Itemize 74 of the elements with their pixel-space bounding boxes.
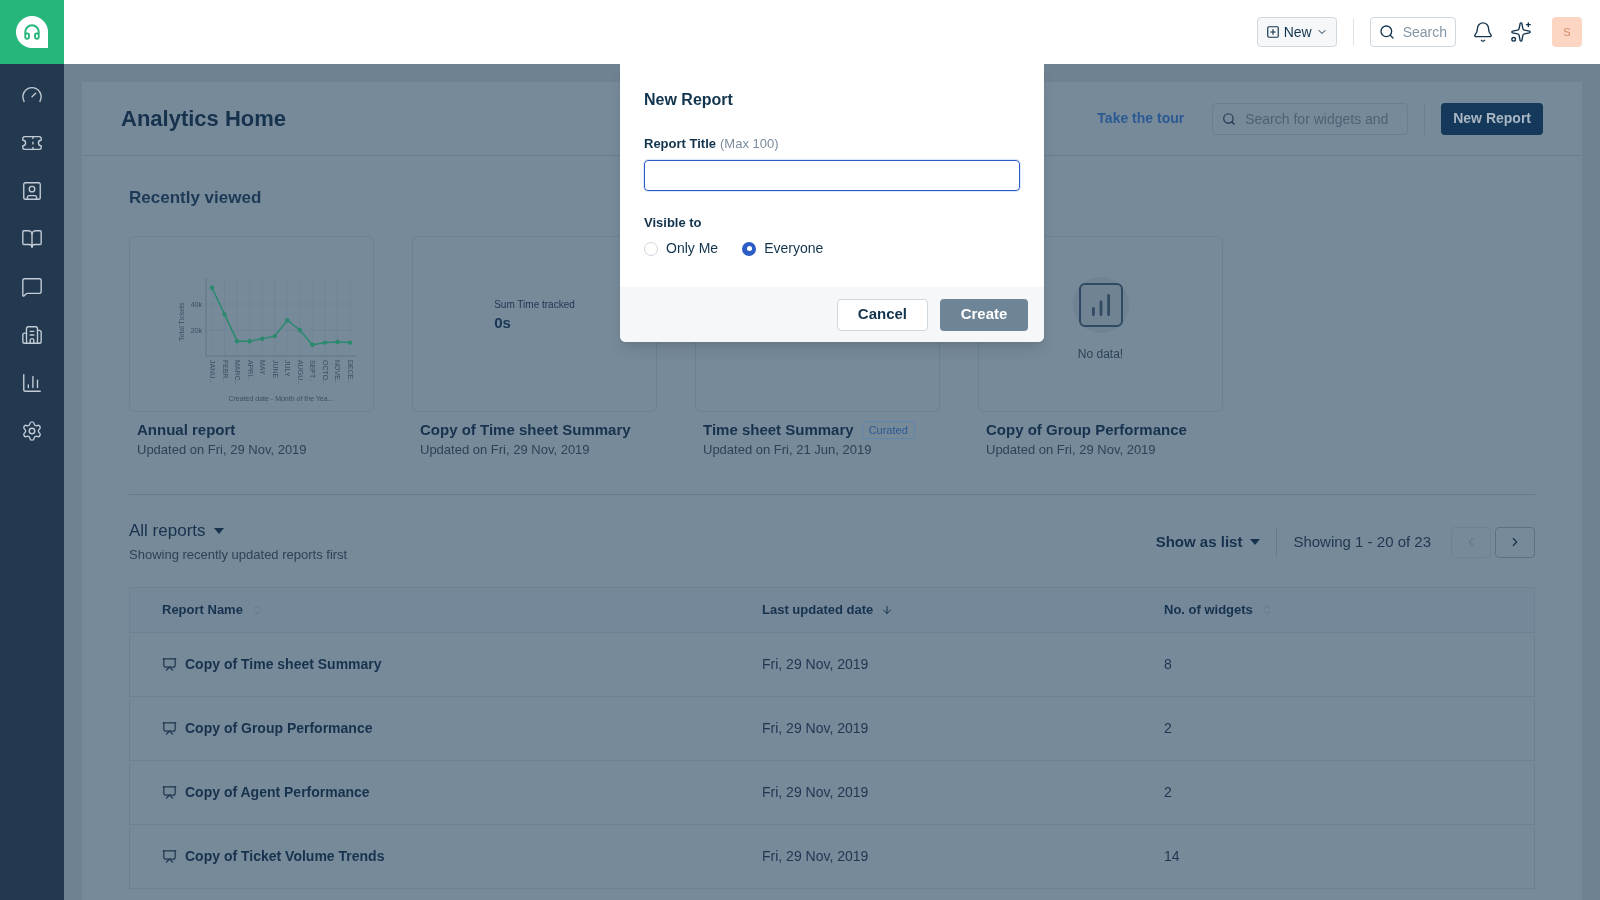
report-date: Updated on Fri, 29 Nov, 2019	[419, 441, 591, 459]
no-data-message: No data!	[1077, 346, 1124, 363]
chart-point	[347, 340, 352, 345]
view-dropdown[interactable]: Show as list	[1155, 530, 1261, 554]
plus-icon	[1265, 25, 1280, 39]
chat-icon[interactable]	[21, 276, 43, 298]
column-header[interactable]: Report Name	[162, 600, 243, 620]
report-date: Updated on Fri, 21 Jun, 2019	[702, 441, 873, 459]
chart-point	[297, 327, 302, 333]
search-icon	[1222, 111, 1237, 126]
table-cell-text: 2	[1164, 783, 1173, 802]
chart-point	[284, 318, 289, 323]
list-subtitle: Showing recently updated reports first	[129, 546, 348, 564]
new-button[interactable]: New	[1256, 17, 1337, 47]
column-header[interactable]: No. of widgets	[1164, 600, 1253, 620]
search-button[interactable]: Search	[1369, 17, 1456, 47]
sparkle-icon[interactable]	[1510, 21, 1532, 43]
table-cell-text: 2	[1164, 719, 1173, 738]
report-title[interactable]: Copy of Group Performance	[986, 420, 1187, 440]
dialog-title: New Report	[644, 90, 734, 110]
field-hint: (Max 100)	[720, 135, 779, 153]
report-icon	[162, 785, 177, 800]
field-label: Visible to	[644, 213, 703, 232]
report-title[interactable]: Time sheet Summary	[703, 420, 854, 440]
table-cell-text: 14	[1164, 847, 1181, 866]
field-label: Report Title	[644, 135, 716, 153]
report-title[interactable]: Annual report	[137, 420, 236, 440]
section-heading: Recently viewed	[129, 187, 263, 209]
report-preview-card[interactable]: Sum Time tracked 0s	[412, 236, 657, 412]
chart-point	[322, 340, 327, 345]
search-icon	[1378, 24, 1395, 40]
metric-value: 0s	[494, 313, 512, 334]
report-date: Updated on Fri, 29 Nov, 2019	[136, 441, 308, 459]
tour-link[interactable]: Take the tour	[1097, 108, 1185, 129]
table-cell-text: 8	[1164, 655, 1173, 674]
table-cell-text: Fri, 29 Nov, 2019	[762, 847, 870, 866]
new-report-button[interactable]: New Report	[1441, 102, 1543, 135]
table-cell-text: Fri, 29 Nov, 2019	[762, 783, 870, 802]
app-logo[interactable]	[0, 0, 64, 64]
chart-point	[234, 339, 239, 344]
notification-icon[interactable]	[1472, 21, 1494, 43]
chart-icon[interactable]	[21, 372, 43, 394]
settings-icon[interactable]	[21, 420, 43, 442]
metric-label: Sum Time tracked	[494, 298, 575, 313]
report-icon	[162, 721, 177, 736]
report-title[interactable]: Copy of Time sheet Summary	[420, 420, 631, 440]
chart-point	[334, 339, 340, 345]
table-cell[interactable]: Copy of Time sheet Summary	[185, 654, 382, 675]
table-cell-text: Fri, 29 Nov, 2019	[762, 655, 870, 674]
chart-point	[309, 342, 315, 347]
visibility-radio[interactable]: Everyone	[742, 238, 824, 259]
table-cell[interactable]: Copy of Group Performance	[185, 718, 373, 739]
pagination-info: Showing 1 - 20 of 23	[1293, 531, 1431, 552]
report-icon	[162, 849, 177, 864]
chart-point	[259, 336, 264, 341]
table-cell[interactable]: Copy of Agent Performance	[185, 782, 370, 803]
building-icon[interactable]	[21, 324, 43, 346]
contact-icon[interactable]	[21, 180, 43, 202]
column-header[interactable]: Last updated date	[762, 600, 874, 620]
chart-point	[272, 333, 277, 339]
cancel-button[interactable]: Cancel	[836, 298, 928, 331]
table-cell[interactable]: Copy of Ticket Volume Trends	[185, 846, 385, 867]
curated-tag: Curated	[861, 421, 915, 439]
report-icon	[162, 657, 177, 672]
report-date: Updated on Fri, 29 Nov, 2019	[985, 441, 1157, 459]
table-cell-text: Fri, 29 Nov, 2019	[762, 719, 870, 738]
user-avatar[interactable]: S	[1552, 17, 1582, 47]
all-reports-dropdown[interactable]: All reports	[129, 519, 348, 543]
chart-point	[246, 339, 252, 344]
page-title: Analytics Home	[121, 105, 287, 133]
chart-point	[221, 312, 227, 317]
book-icon[interactable]	[21, 228, 43, 250]
report-title-field[interactable]	[644, 159, 1020, 191]
chart-point	[209, 285, 214, 290]
